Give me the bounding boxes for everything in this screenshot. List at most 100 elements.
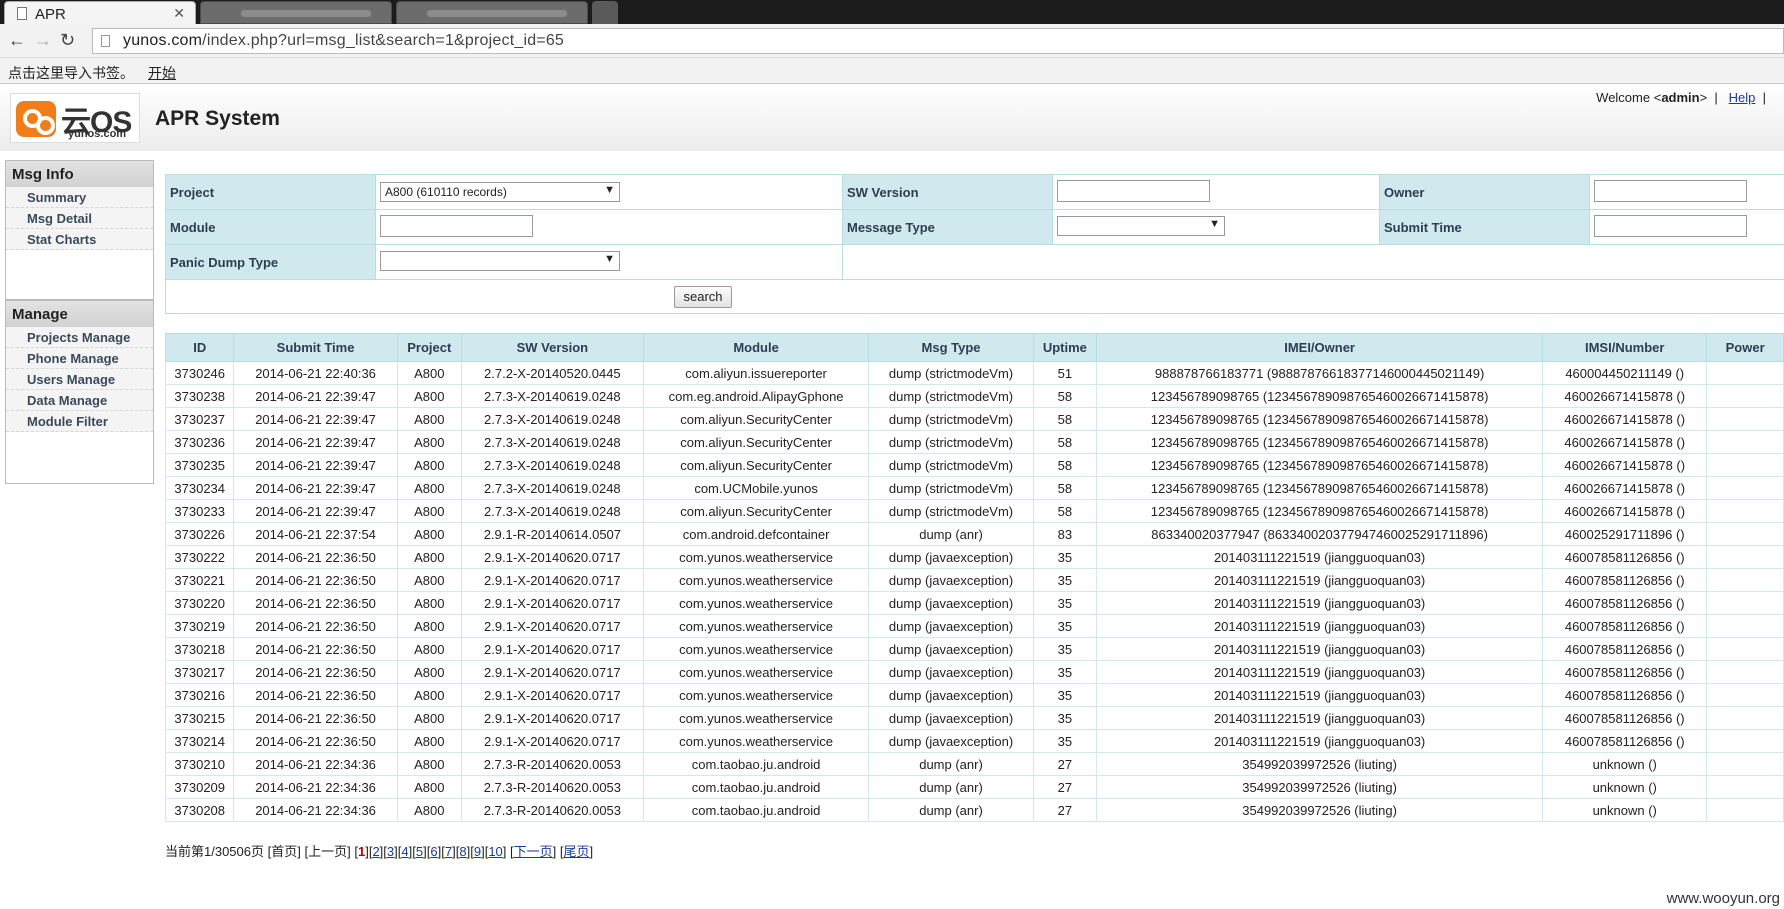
tab-apr[interactable]: APR ✕ <box>4 1 196 24</box>
page-link[interactable]: 10 <box>488 844 502 859</box>
table-cell: 460078581126856 () <box>1542 660 1708 684</box>
table-row[interactable]: 3730236 2014-06-21 22:39:47 A800 2.7.3-X-20… <box>164 430 1784 454</box>
table-row[interactable]: 3730220 2014-06-21 22:36:50 A800 2.9.1-X-20… <box>164 591 1784 615</box>
page-link[interactable]: 3 <box>387 844 394 859</box>
table-row[interactable]: 3730234 2014-06-21 22:39:47 A800 2.7.3-X-20… <box>164 476 1784 500</box>
table-cell: com.yunos.weatherservice <box>642 614 870 638</box>
sidebar-item-data-manage[interactable]: Data Manage <box>6 390 153 411</box>
table-row[interactable]: 3730222 2014-06-21 22:36:50 A800 2.9.1-X-20… <box>164 545 1784 569</box>
table-cell: com.yunos.weatherservice <box>642 660 870 684</box>
table-row[interactable]: 3730221 2014-06-21 22:36:50 A800 2.9.1-X-20… <box>164 568 1784 592</box>
table-row[interactable]: 3730210 2014-06-21 22:34:36 A800 2.7.3-R-20… <box>164 752 1784 776</box>
table-cell: 460078581126856 () <box>1542 568 1708 592</box>
reload-icon[interactable]: ↻ <box>60 30 75 51</box>
new-tab-button[interactable] <box>592 1 618 24</box>
table-row[interactable]: 3730215 2014-06-21 22:36:50 A800 2.9.1-X-20… <box>164 706 1784 730</box>
yunos-logo-icon <box>16 101 56 137</box>
table-cell: 2014-06-21 22:39:47 <box>233 384 398 408</box>
table-cell: com.aliyun.issuereporter <box>642 361 870 385</box>
table-cell: com.taobao.ju.android <box>642 775 870 799</box>
table-cell <box>1706 430 1784 454</box>
table-row[interactable]: 3730235 2014-06-21 22:39:47 A800 2.7.3-X-20… <box>164 453 1784 477</box>
table-cell: dump (anr) <box>868 798 1034 822</box>
sidebar-section-title: Msg Info <box>6 161 153 187</box>
table-cell: 3730217 <box>164 660 235 684</box>
sidebar-item-stat-charts[interactable]: Stat Charts <box>6 229 153 250</box>
bookmark-start-link[interactable]: 开始 <box>148 63 176 83</box>
table-row[interactable]: 3730217 2014-06-21 22:36:50 A800 2.9.1-X-20… <box>164 660 1784 684</box>
message-type-select[interactable]: ▼ <box>1057 215 1225 236</box>
table-cell: A800 <box>396 752 462 776</box>
bookmarks-bar: 点击这里导入书签。 开始 <box>0 58 1784 84</box>
table-cell: 460026671415878 () <box>1542 453 1708 477</box>
sidebar-item-msg-detail[interactable]: Msg Detail <box>6 208 153 229</box>
table-cell: 460078581126856 () <box>1542 683 1708 707</box>
close-icon[interactable]: ✕ <box>173 5 185 22</box>
table-cell: 460078581126856 () <box>1542 729 1708 753</box>
table-row[interactable]: 3730237 2014-06-21 22:39:47 A800 2.7.3-X-20… <box>164 407 1784 431</box>
last-page-link[interactable]: 尾页 <box>564 844 590 859</box>
page-link[interactable]: 7 <box>445 844 452 859</box>
search-button[interactable]: search <box>674 285 732 308</box>
table-row[interactable]: 3730208 2014-06-21 22:34:36 A800 2.7.3-R-20… <box>164 798 1784 822</box>
address-bar[interactable]: yunos.com/index.php?url=msg_list&search=… <box>92 28 1784 54</box>
page-link[interactable]: 5 <box>416 844 423 859</box>
page-link[interactable]: 9 <box>474 844 481 859</box>
table-cell: 3730210 <box>164 752 235 776</box>
table-cell: A800 <box>396 430 462 454</box>
sidebar-item-summary[interactable]: Summary <box>6 187 153 208</box>
table-cell: A800 <box>396 407 462 431</box>
owner-input[interactable] <box>1594 179 1747 202</box>
back-icon[interactable]: ← <box>8 30 26 51</box>
table-cell: 58 <box>1032 384 1098 408</box>
page-link[interactable]: 4 <box>401 844 408 859</box>
table-row[interactable]: 3730238 2014-06-21 22:39:47 A800 2.7.3-X-20… <box>164 384 1784 408</box>
submit-time-input[interactable] <box>1594 214 1747 237</box>
page-link[interactable]: 2 <box>372 844 379 859</box>
table-cell: A800 <box>396 499 462 523</box>
table-row[interactable]: 3730219 2014-06-21 22:36:50 A800 2.9.1-X-20… <box>164 614 1784 638</box>
table-row[interactable]: 3730226 2014-06-21 22:37:54 A800 2.9.1-R-20… <box>164 522 1784 546</box>
table-cell: 460078581126856 () <box>1542 545 1708 569</box>
column-header: Uptime <box>1032 333 1098 362</box>
tab-background-1[interactable] <box>200 1 392 24</box>
sidebar-item-users-manage[interactable]: Users Manage <box>6 369 153 390</box>
table-cell: com.aliyun.SecurityCenter <box>642 430 870 454</box>
table-row[interactable]: 3730216 2014-06-21 22:36:50 A800 2.9.1-X-20… <box>164 683 1784 707</box>
module-input[interactable] <box>380 214 533 237</box>
table-cell: dump (strictmodeVm) <box>868 384 1034 408</box>
table-cell: 2014-06-21 22:36:50 <box>233 591 398 615</box>
first-page-link[interactable]: [首页] <box>268 844 301 859</box>
sidebar-item-projects-manage[interactable]: Projects Manage <box>6 327 153 348</box>
table-cell: 35 <box>1032 683 1098 707</box>
panic-dump-type-select[interactable]: ▼ <box>380 250 620 271</box>
sw-version-input[interactable] <box>1057 179 1210 202</box>
pagination: 当前第1/30506页 [首页] [上一页] [1][2][3][4][5][6… <box>165 844 594 859</box>
bookmark-import-hint: 点击这里导入书签。 <box>8 65 134 81</box>
table-cell: com.taobao.ju.android <box>642 798 870 822</box>
table-cell: 123456789098765 (12345678909876546002667… <box>1096 407 1544 431</box>
table-row[interactable]: 3730209 2014-06-21 22:34:36 A800 2.7.3-R-20… <box>164 775 1784 799</box>
table-cell: 3730221 <box>164 568 235 592</box>
yunos-logo[interactable]: 云OS yunos.com <box>10 93 140 143</box>
sidebar-item-module-filter[interactable]: Module Filter <box>6 411 153 432</box>
next-page-link[interactable]: 下一页 <box>514 844 553 859</box>
project-select[interactable]: A800 (610110 records) ▼ <box>380 182 620 202</box>
table-row[interactable]: 3730246 2014-06-21 22:40:36 A800 2.7.2-X-20… <box>164 361 1784 385</box>
tab-title: APR <box>35 6 66 23</box>
forward-icon[interactable]: → <box>34 30 52 51</box>
table-row[interactable]: 3730218 2014-06-21 22:36:50 A800 2.9.1-X-20… <box>164 637 1784 661</box>
help-link[interactable]: Help <box>1729 90 1756 105</box>
table-cell <box>1706 614 1784 638</box>
prev-page-link[interactable]: [上一页] <box>304 844 350 859</box>
table-cell: com.yunos.weatherservice <box>642 683 870 707</box>
table-row[interactable]: 3730214 2014-06-21 22:36:50 A800 2.9.1-X-20… <box>164 729 1784 753</box>
page-link[interactable]: 8 <box>459 844 466 859</box>
table-cell: 3730218 <box>164 637 235 661</box>
page-link[interactable]: 6 <box>430 844 437 859</box>
sidebar-manage: Manage Projects Manage Phone Manage User… <box>5 300 154 484</box>
tab-background-2[interactable] <box>396 1 588 24</box>
sidebar-item-phone-manage[interactable]: Phone Manage <box>6 348 153 369</box>
table-row[interactable]: 3730233 2014-06-21 22:39:47 A800 2.7.3-X-20… <box>164 499 1784 523</box>
table-cell: dump (javaexception) <box>868 568 1034 592</box>
